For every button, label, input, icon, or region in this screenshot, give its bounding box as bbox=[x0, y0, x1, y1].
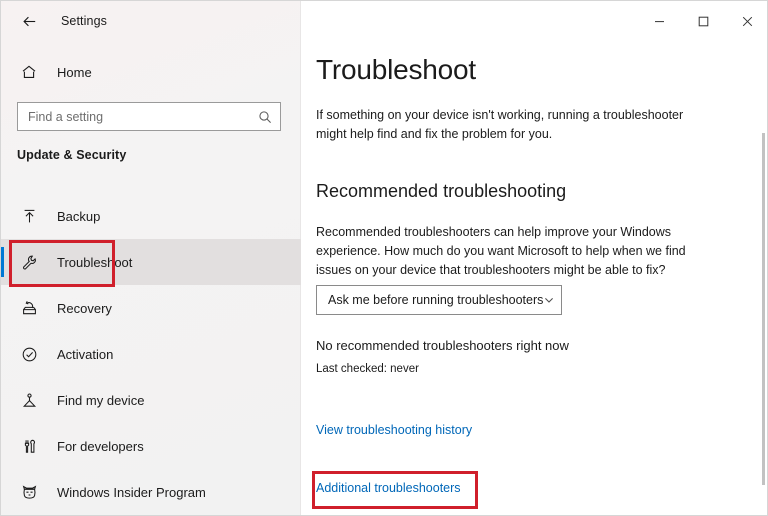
sidebar-item-activation-label: Activation bbox=[57, 346, 114, 362]
backup-upload-icon bbox=[17, 208, 41, 225]
window-title: Settings bbox=[61, 14, 107, 28]
sidebar-item-activation[interactable]: Activation bbox=[1, 331, 301, 377]
sidebar-item-recovery-label: Recovery bbox=[57, 300, 112, 316]
sidebar-item-windows-insider-program[interactable]: Windows Insider Program bbox=[1, 469, 301, 515]
recommended-troubleshooting-description: Recommended troubleshooters can help imp… bbox=[316, 225, 686, 277]
title-bar-left: Settings bbox=[1, 1, 637, 41]
content-scrollbar-track[interactable] bbox=[761, 41, 767, 515]
sidebar-item-home-label: Home bbox=[57, 64, 92, 80]
content-scrollbar-thumb[interactable] bbox=[762, 133, 765, 485]
page-description: If something on your device isn't workin… bbox=[316, 108, 684, 141]
sidebar-item-troubleshoot-label: Troubleshoot bbox=[57, 254, 133, 270]
sidebar-item-recovery[interactable]: Recovery bbox=[1, 285, 301, 331]
check-circle-icon bbox=[17, 346, 41, 363]
ninjacat-icon bbox=[17, 484, 41, 501]
minimize-button[interactable] bbox=[637, 1, 681, 41]
recommended-status-text: No recommended troubleshooters right now bbox=[316, 338, 569, 353]
sidebar: Home Update & Security bbox=[1, 1, 301, 515]
dropdown-selected-value: Ask me before running troubleshooters bbox=[328, 293, 544, 307]
sidebar-item-for-developers-label: For developers bbox=[57, 438, 144, 454]
chevron-down-icon bbox=[543, 294, 555, 306]
tools-icon bbox=[17, 438, 41, 455]
home-icon bbox=[17, 64, 41, 80]
sidebar-item-backup-label: Backup bbox=[57, 208, 101, 224]
location-pin-icon bbox=[17, 392, 41, 409]
title-bar: Settings bbox=[1, 1, 767, 41]
content-pane: Troubleshoot If something on your device… bbox=[302, 41, 767, 515]
settings-window: Home Update & Security bbox=[0, 0, 768, 516]
sidebar-item-find-my-device-label: Find my device bbox=[57, 392, 145, 408]
close-button[interactable] bbox=[725, 1, 767, 41]
window-controls bbox=[637, 1, 767, 41]
last-checked-text: Last checked: never bbox=[316, 363, 419, 375]
sidebar-item-for-developers[interactable]: For developers bbox=[1, 423, 301, 469]
sidebar-category-title: Update & Security bbox=[17, 148, 127, 162]
view-troubleshooting-history-link[interactable]: View troubleshooting history bbox=[316, 423, 472, 437]
sidebar-item-backup[interactable]: Backup bbox=[1, 193, 301, 239]
recommended-troubleshooting-heading: Recommended troubleshooting bbox=[316, 181, 567, 201]
additional-troubleshooters-link[interactable]: Additional troubleshooters bbox=[316, 481, 461, 495]
recommended-troubleshooting-dropdown[interactable]: Ask me before running troubleshooters bbox=[316, 285, 562, 315]
maximize-button[interactable] bbox=[681, 1, 725, 41]
wrench-icon bbox=[17, 254, 41, 271]
search-input[interactable] bbox=[28, 109, 258, 124]
sidebar-item-find-my-device[interactable]: Find my device bbox=[1, 377, 301, 423]
search-box[interactable] bbox=[17, 102, 281, 131]
page-title: Troubleshoot bbox=[316, 54, 476, 85]
sidebar-item-troubleshoot[interactable]: Troubleshoot bbox=[1, 239, 301, 285]
sidebar-nav-list: Backup Troubleshoot Recovery Activation … bbox=[1, 193, 301, 515]
back-arrow-icon[interactable] bbox=[15, 8, 43, 34]
sidebar-item-home[interactable]: Home bbox=[1, 54, 301, 90]
sidebar-item-windows-insider-program-label: Windows Insider Program bbox=[57, 484, 206, 500]
search-icon[interactable] bbox=[258, 110, 272, 124]
recovery-icon bbox=[17, 300, 41, 317]
